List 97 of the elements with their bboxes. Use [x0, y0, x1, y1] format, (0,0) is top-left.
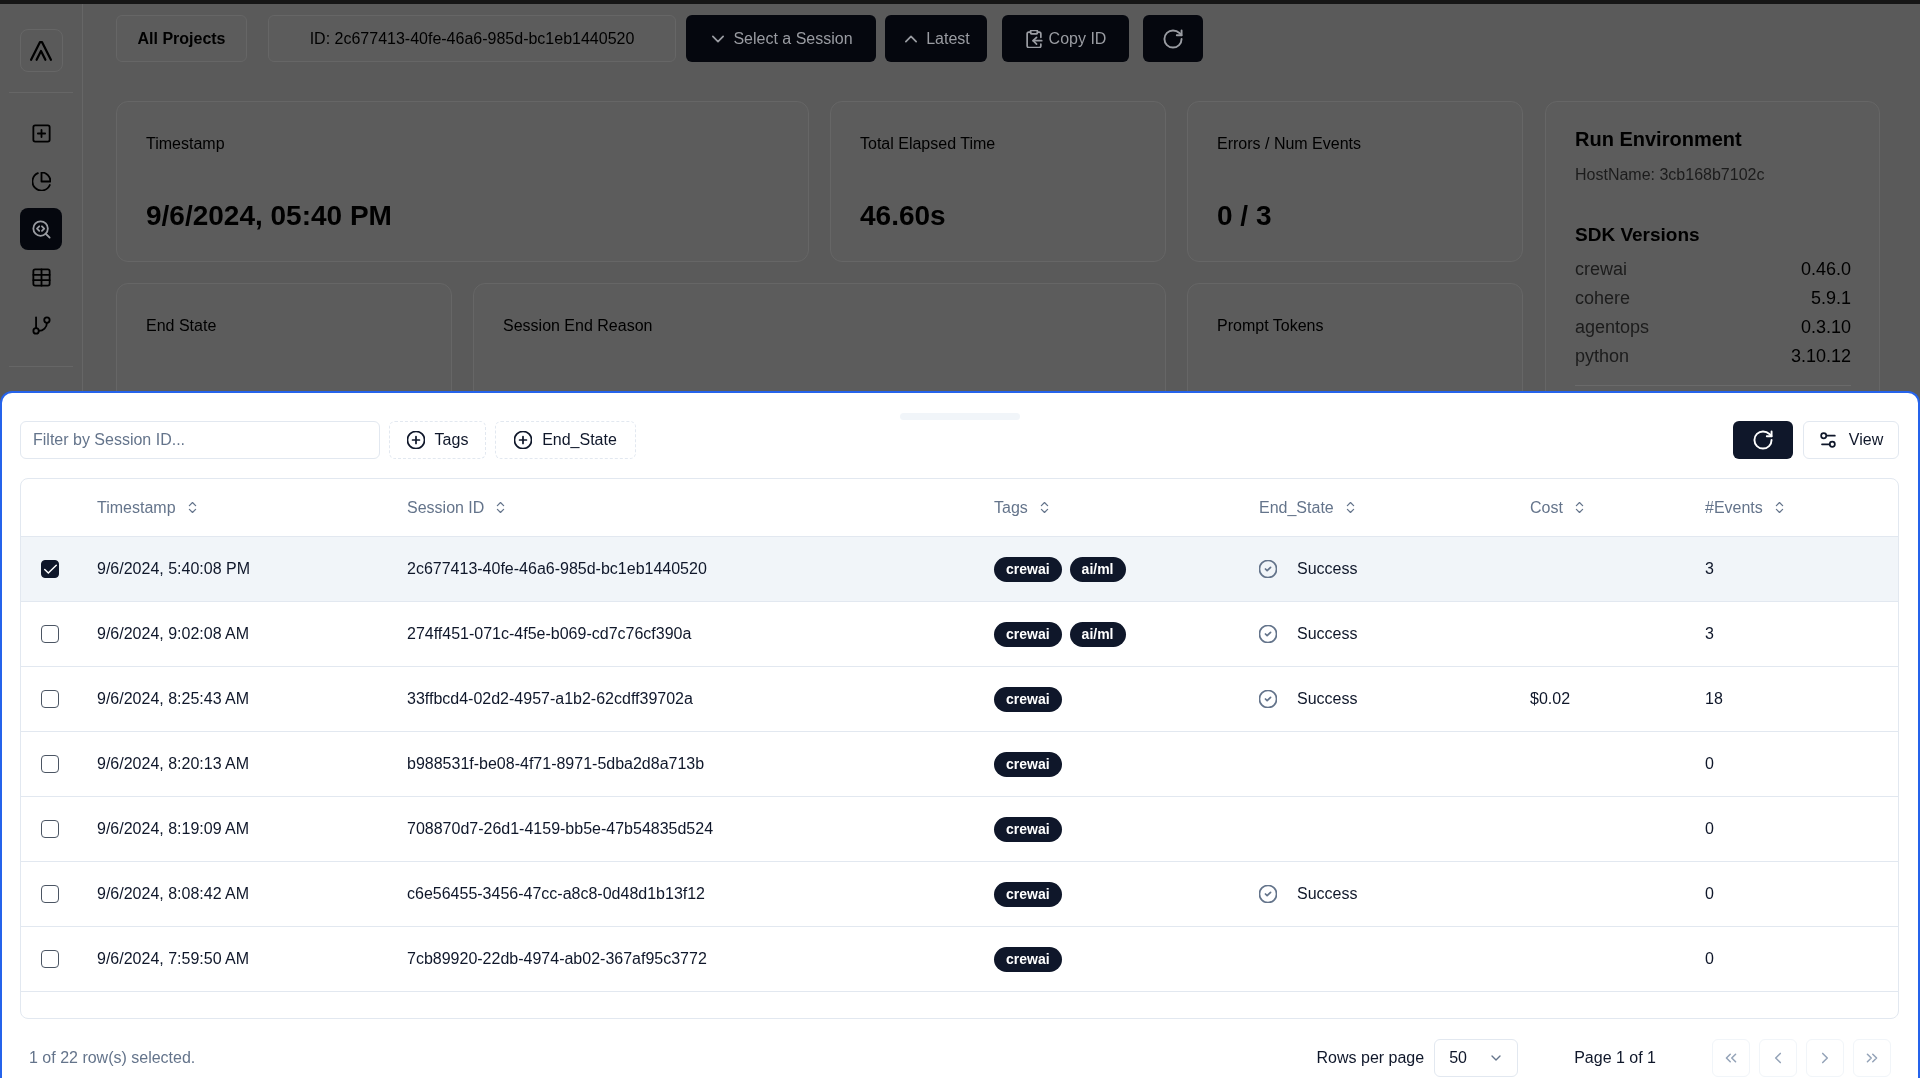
- card-title: Run Environment: [1575, 127, 1743, 152]
- rows-per-page-label: Rows per page: [1316, 1048, 1425, 1068]
- row-checkbox[interactable]: [41, 950, 59, 968]
- refresh-icon: [1753, 430, 1773, 450]
- tag: crewai: [994, 621, 1062, 647]
- double-chevron-left-icon: [1723, 1050, 1739, 1066]
- row-checkbox[interactable]: [41, 625, 59, 643]
- table-cell: 3: [1705, 560, 1714, 577]
- sdk-name: python: [1575, 345, 1630, 368]
- status-text: Success: [1297, 624, 1358, 644]
- tags-filter-button[interactable]: Tags: [389, 421, 486, 459]
- tag: crewai: [994, 946, 1062, 972]
- tag: crewai: [994, 556, 1062, 582]
- table-cell-text: 9/6/2024, 8:19:09 AM: [97, 819, 250, 839]
- latest-button[interactable]: Latest: [885, 15, 987, 62]
- tag: crewai: [994, 751, 1062, 777]
- table-cell: 0: [1705, 755, 1714, 772]
- row-checkbox[interactable]: [41, 885, 59, 903]
- stat-label: Total Elapsed Time: [860, 134, 997, 154]
- column-header[interactable]: End_State: [1259, 495, 1357, 520]
- end-state-filter-button[interactable]: End_State: [495, 421, 636, 459]
- row-checkbox[interactable]: [41, 560, 59, 578]
- table-cell-text: 274ff451-071c-4f5e-b069-cd7c76cf390a: [407, 624, 692, 644]
- table-cell: 0: [1705, 885, 1714, 902]
- page-indicator: Page 1 of 1: [1574, 1048, 1656, 1068]
- sdk-version: 3.10.12: [1790, 345, 1851, 368]
- stat-label: Session End Reason: [503, 316, 654, 336]
- stat-value: 9/6/2024, 05:40 PM: [146, 199, 393, 233]
- table-cell-text: 2c677413-40fe-46a6-985d-bc1eb1440520: [407, 559, 707, 579]
- view-button[interactable]: View: [1803, 421, 1899, 459]
- sidebar-button[interactable]: [20, 208, 62, 250]
- stat-label: Errors / Num Events: [1217, 134, 1363, 154]
- status-text: Success: [1297, 689, 1358, 709]
- sdk-name: crewai: [1575, 258, 1627, 281]
- table-cell-text: 33ffbcd4-02d2-4957-a1b2-62cdff39702a: [407, 689, 693, 709]
- row-checkbox[interactable]: [41, 690, 59, 708]
- stat-label: Timestamp: [146, 134, 226, 154]
- table-cell: 3: [1705, 625, 1714, 642]
- sdk-name: cohere: [1575, 287, 1631, 310]
- double-chevron-right-icon: [1864, 1050, 1880, 1066]
- stat-value: 46.60s: [860, 199, 947, 233]
- table-icon: [31, 267, 51, 287]
- refresh-icon: [1163, 28, 1183, 49]
- stat-label: Prompt Tokens: [1217, 316, 1325, 336]
- tag: ai/ml: [1069, 621, 1126, 647]
- column-header[interactable]: Tags: [994, 495, 1051, 520]
- sliders-icon: [1818, 431, 1837, 449]
- sdk-version: 0.46.0: [1800, 258, 1851, 281]
- copy-id-button[interactable]: Copy ID: [1002, 15, 1129, 62]
- plus-square-icon: [31, 123, 51, 143]
- search-icon: [31, 219, 51, 239]
- column-header[interactable]: Cost: [1530, 495, 1586, 520]
- refresh-button[interactable]: [1143, 15, 1203, 62]
- filter-field[interactable]: Filter by Session ID...: [20, 421, 380, 459]
- column-header[interactable]: Session ID: [407, 495, 508, 520]
- table-cell: 18: [1705, 690, 1723, 707]
- table-cell-text: c6e56455-3456-47cc-a8c8-0d48d1b13f12: [407, 884, 705, 904]
- table-cell-text: 9/6/2024, 9:02:08 AM: [97, 624, 250, 644]
- status-text: Success: [1297, 884, 1358, 904]
- row-checkbox[interactable]: [41, 820, 59, 838]
- sdk-version: 5.9.1: [1810, 287, 1851, 310]
- table-cell-text: 9/6/2024, 8:25:43 AM: [97, 689, 250, 709]
- tag: crewai: [994, 686, 1062, 712]
- clipboard-icon: [1024, 29, 1043, 48]
- tag: crewai: [994, 881, 1062, 907]
- pie-chart-icon: [31, 171, 51, 191]
- table-cell-text: 9/6/2024, 5:40:08 PM: [97, 559, 250, 579]
- branch-icon: [31, 315, 51, 335]
- table-cell: $0.02: [1530, 690, 1571, 707]
- sdk-version: 0.3.10: [1800, 316, 1851, 339]
- logo-icon[interactable]: [19, 29, 63, 72]
- stat-label: End State: [146, 316, 218, 336]
- tag: ai/ml: [1069, 556, 1126, 582]
- rows-per-page-select[interactable]: 50: [1434, 1039, 1519, 1077]
- checkmark-icon: [43, 562, 57, 576]
- status-text: Success: [1297, 559, 1358, 579]
- table-row[interactable]: 9/6/2024, 5:40:08 PM 2c677413-40fe-46a6-985d-bc1eb1440520 crewai ai/ml Success 3: [21, 537, 1898, 602]
- hostname-text: HostName: 3cb168b7102c: [1575, 165, 1766, 185]
- table-cell: 0: [1705, 950, 1714, 967]
- row-checkbox[interactable]: [41, 755, 59, 773]
- table-cell: 0: [1705, 820, 1714, 837]
- table-cell-text: 708870d7-26d1-4159-bb5e-47b54835d524: [407, 819, 714, 839]
- column-header[interactable]: #Events: [1705, 495, 1786, 520]
- table-cell-text: 9/6/2024, 8:20:13 AM: [97, 754, 250, 774]
- table-cell-text: 9/6/2024, 8:08:42 AM: [97, 884, 250, 904]
- column-header[interactable]: Timestamp: [97, 495, 199, 520]
- tag: crewai: [994, 816, 1062, 842]
- table-cell-text: 7cb89920-22db-4974-ab02-367af95c3772: [407, 949, 707, 969]
- selection-count-text: 1 of 22 row(s) selected.: [28, 1048, 196, 1068]
- session-select-button[interactable]: Select a Session: [686, 15, 876, 62]
- session-id-display: ID: 2c677413-40fe-46a6-985d-bc1eb1440520: [268, 15, 676, 62]
- table-cell-text: 9/6/2024, 7:59:50 AM: [97, 949, 250, 969]
- stat-value: 0 / 3: [1217, 199, 1273, 233]
- sdk-name: agentops: [1575, 316, 1650, 339]
- table-cell-text: b988531f-be08-4f71-8971-5dba2d8a713b: [407, 754, 705, 774]
- refresh-button[interactable]: [1733, 421, 1793, 459]
- section-title: SDK Versions: [1575, 223, 1701, 247]
